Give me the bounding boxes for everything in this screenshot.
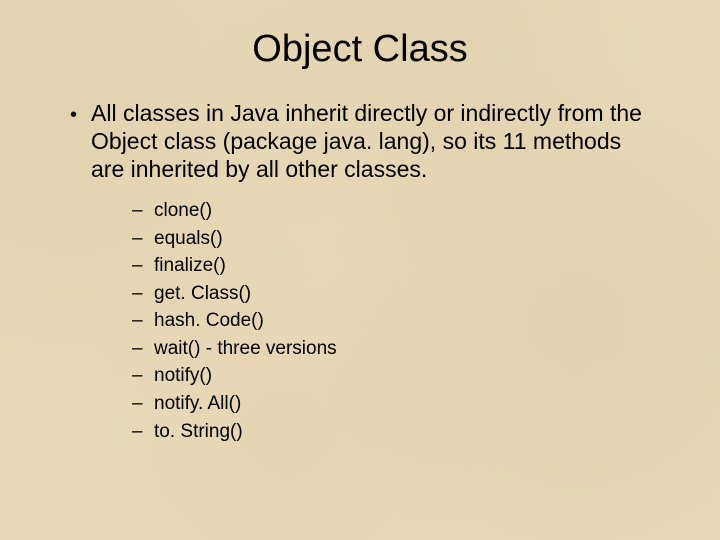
dash-icon: – — [132, 418, 154, 446]
dash-icon: – — [132, 197, 154, 225]
list-item: – finalize() — [132, 252, 680, 280]
list-item: – notify. All() — [132, 390, 680, 418]
list-item-text: finalize() — [154, 252, 226, 280]
list-item-text: wait() - three versions — [154, 335, 337, 363]
bullet-icon: • — [70, 103, 77, 127]
slide-title: Object Class — [40, 28, 680, 71]
dash-icon: – — [132, 225, 154, 253]
list-item-text: to. String() — [154, 418, 243, 446]
list-item-text: notify. All() — [154, 390, 241, 418]
list-item: – hash. Code() — [132, 307, 680, 335]
list-item-text: equals() — [154, 225, 223, 253]
dash-icon: – — [132, 335, 154, 363]
dash-icon: – — [132, 252, 154, 280]
dash-icon: – — [132, 280, 154, 308]
list-item-text: notify() — [154, 362, 212, 390]
list-item: – equals() — [132, 225, 680, 253]
dash-icon: – — [132, 362, 154, 390]
list-item: – to. String() — [132, 418, 680, 446]
list-item: – get. Class() — [132, 280, 680, 308]
main-bullet: • All classes in Java inherit directly o… — [70, 99, 650, 183]
list-item-text: hash. Code() — [154, 307, 264, 335]
slide: Object Class • All classes in Java inher… — [0, 0, 720, 540]
list-item: – wait() - three versions — [132, 335, 680, 363]
list-item: – clone() — [132, 197, 680, 225]
list-item-text: get. Class() — [154, 280, 251, 308]
dash-icon: – — [132, 390, 154, 418]
dash-icon: – — [132, 307, 154, 335]
sub-list: – clone() – equals() – finalize() – get.… — [132, 197, 680, 445]
main-bullet-text: All classes in Java inherit directly or … — [91, 99, 650, 183]
list-item-text: clone() — [154, 197, 212, 225]
list-item: – notify() — [132, 362, 680, 390]
